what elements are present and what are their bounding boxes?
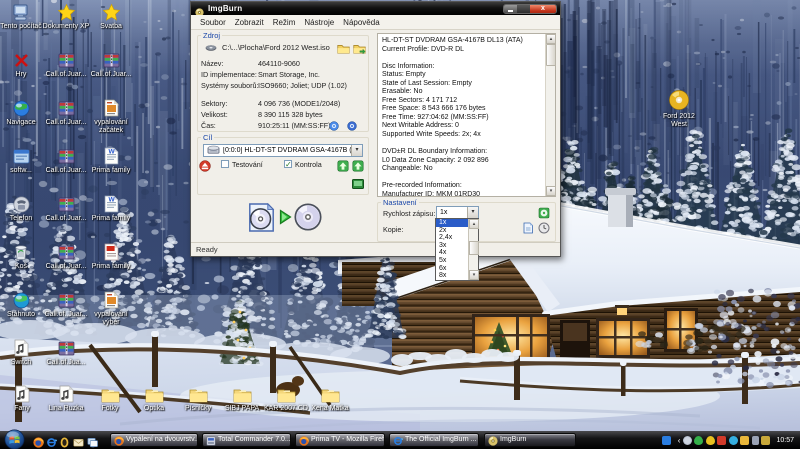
svg-text:W: W [108,197,115,204]
svg-text:W: W [108,149,115,156]
